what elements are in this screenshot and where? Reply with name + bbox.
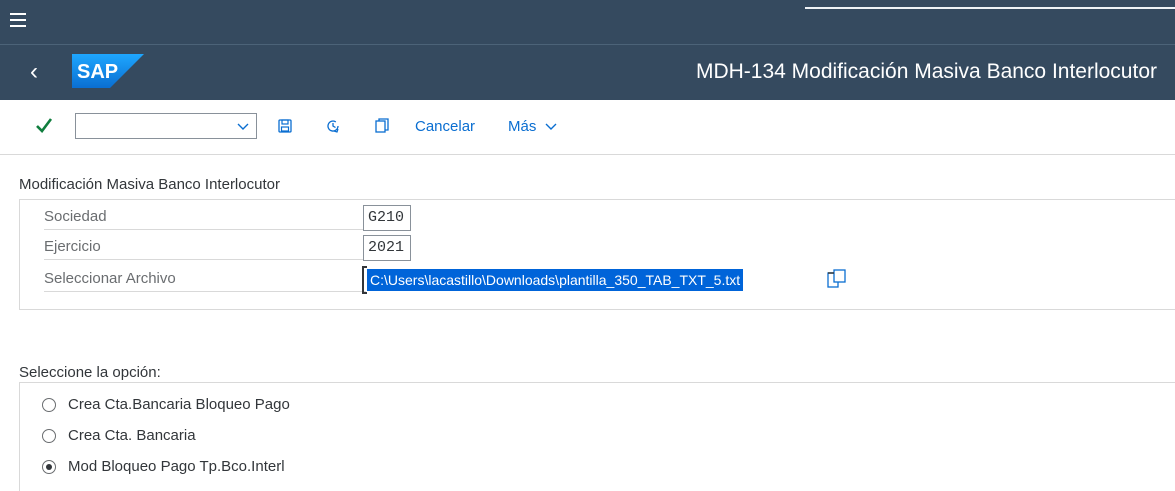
sociedad-field[interactable]: G210: [363, 205, 411, 231]
command-field[interactable]: [75, 113, 257, 139]
shell-accent-line: [805, 7, 1175, 9]
file-path-value: C:\Users\lacastillo\Downloads\plantilla_…: [367, 269, 744, 291]
browse-file-icon[interactable]: [827, 269, 847, 289]
form-section-title: Modificación Masiva Banco Interlocutor: [19, 176, 280, 193]
page-title: MDH-134 Modificación Masiva Banco Interl…: [695, 60, 1157, 83]
copy-icon[interactable]: [374, 118, 390, 134]
radio-button-selected[interactable]: [42, 460, 56, 474]
sociedad-label: Sociedad: [44, 204, 366, 230]
file-path-field[interactable]: C:\Users\lacastillo\Downloads\plantilla_…: [362, 266, 824, 294]
app-toolbar: Cancelar Más: [0, 100, 1175, 155]
chevron-down-icon[interactable]: [237, 120, 249, 132]
option-label: Mod Bloqueo Pago Tp.Bco.Interl: [68, 458, 285, 475]
save-icon[interactable]: [277, 118, 293, 134]
chevron-down-icon: [545, 123, 557, 130]
file-label: Seleccionar Archivo: [44, 266, 366, 292]
sap-logo: SAP: [72, 54, 144, 88]
radio-button[interactable]: [42, 398, 56, 412]
enter-check-icon[interactable]: [34, 115, 54, 135]
radio-button[interactable]: [42, 429, 56, 443]
shell-bar: [0, 0, 1175, 44]
ejercicio-field[interactable]: 2021: [363, 235, 411, 261]
history-icon[interactable]: [325, 118, 341, 134]
more-button-label: Más: [508, 118, 537, 135]
sap-logo-text: SAP: [77, 61, 118, 83]
menu-icon[interactable]: [10, 13, 26, 27]
title-bar: ‹ SAP MDH-134 Modificación Masiva Banco …: [0, 44, 1175, 101]
back-icon[interactable]: ‹: [30, 60, 38, 84]
ejercicio-label: Ejercicio: [44, 234, 366, 260]
option-label: Crea Cta.Bancaria Bloqueo Pago: [68, 396, 290, 413]
cancel-button[interactable]: Cancelar: [415, 117, 475, 137]
more-button[interactable]: Más: [508, 117, 558, 137]
option-label: Crea Cta. Bancaria: [68, 427, 196, 444]
options-section-title: Seleccione la opción:: [19, 364, 161, 381]
